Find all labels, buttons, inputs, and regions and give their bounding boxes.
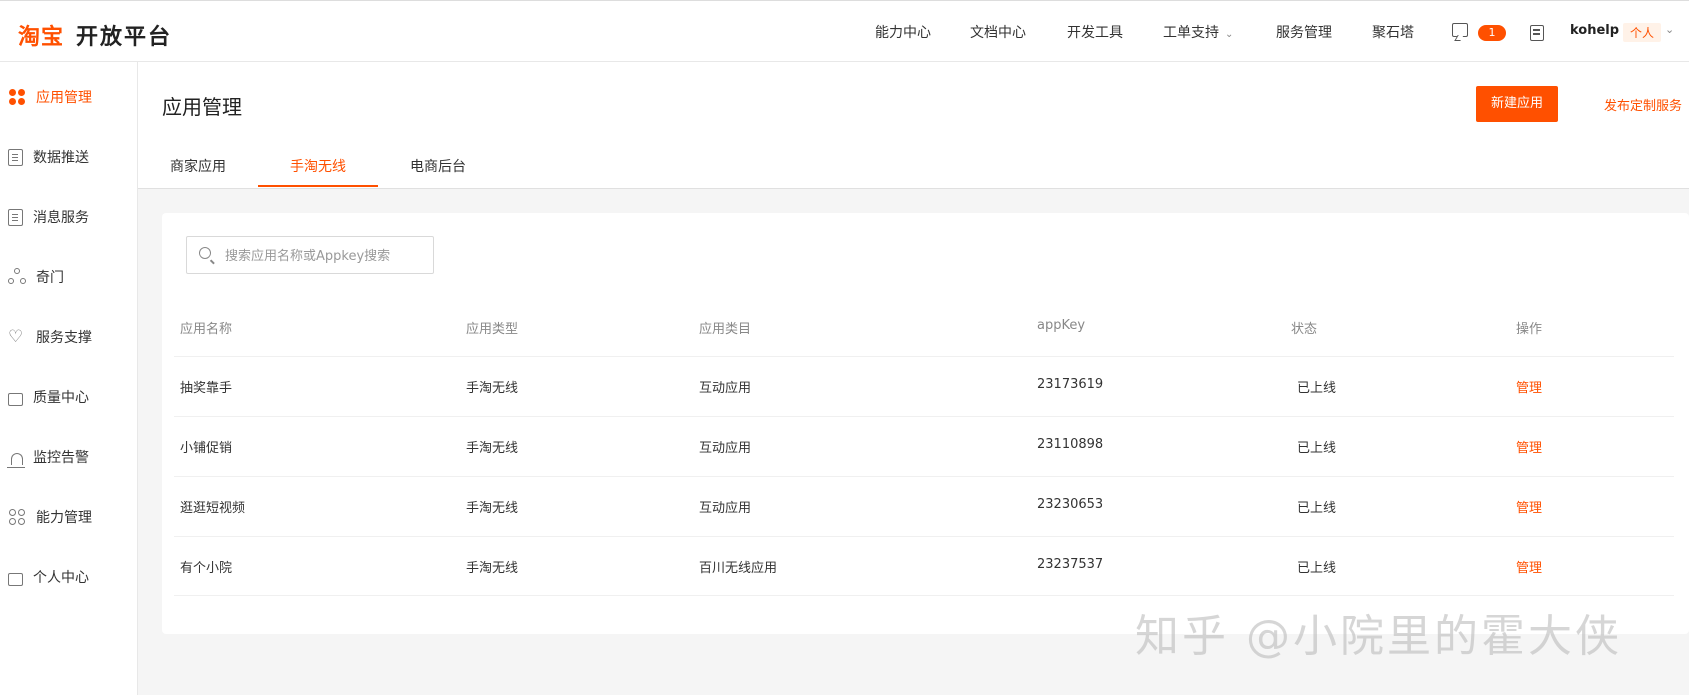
- cell-app-type: 手淘无线: [466, 501, 519, 516]
- column-header-status: 状态: [1291, 322, 1318, 337]
- notes-icon[interactable]: [1530, 25, 1544, 41]
- sidebar-item-label: 质量中心: [33, 390, 89, 406]
- search-box[interactable]: [186, 236, 434, 275]
- sidebar-item-data-push[interactable]: 数据推送: [8, 147, 89, 167]
- chevron-down-icon[interactable]: ⌄: [1665, 23, 1674, 36]
- page-title: 应用管理: [162, 95, 242, 119]
- message-icon[interactable]: [1452, 23, 1468, 37]
- cell-appkey: 23230653: [1037, 497, 1104, 512]
- sidebar-item-label: 数据推送: [33, 150, 89, 166]
- cell-app-type: 手淘无线: [466, 381, 519, 396]
- role-badge[interactable]: 个人: [1623, 23, 1662, 42]
- sidebar-item-personal-center[interactable]: 个人中心: [8, 567, 89, 587]
- alarm-icon: [7, 453, 25, 468]
- sidebar-item-label: 监控告警: [33, 450, 89, 466]
- sidebar-item-service-support[interactable]: ♡ 服务支撑: [8, 327, 92, 347]
- column-header-actions: 操作: [1516, 322, 1543, 337]
- cell-app-type: 手淘无线: [466, 561, 519, 576]
- sidebar-item-capability-management[interactable]: 能力管理: [8, 507, 92, 527]
- table-row: 抽奖靠手 手淘无线 互动应用 23173619 已上线 管理: [174, 356, 1674, 416]
- cell-status: 已上线: [1297, 501, 1337, 516]
- person-icon: [8, 572, 23, 586]
- manage-link[interactable]: 管理: [1516, 557, 1542, 576]
- nav-capability-center[interactable]: 能力中心: [875, 22, 931, 42]
- cell-appkey: 23110898: [1037, 437, 1104, 452]
- search-icon: [199, 247, 211, 259]
- heart-icon: ♡: [8, 327, 24, 347]
- chevron-down-icon: ⌄: [1225, 29, 1234, 40]
- nav-jushita[interactable]: 聚石塔: [1372, 22, 1414, 42]
- manage-link[interactable]: 管理: [1516, 377, 1542, 396]
- nav-ticket-support-label: 工单支持: [1163, 25, 1219, 41]
- cell-app-type: 手淘无线: [466, 441, 519, 456]
- sidebar-item-quality-center[interactable]: 质量中心: [8, 387, 89, 407]
- capability-icon: [8, 508, 26, 526]
- sidebar-item-label: 消息服务: [33, 210, 89, 226]
- username[interactable]: kohelp: [1570, 23, 1619, 38]
- sidebar-item-label: 奇门: [36, 270, 64, 286]
- column-header-appkey: appKey: [1037, 318, 1086, 333]
- logo-title: 开放平台: [76, 25, 173, 50]
- manage-link[interactable]: 管理: [1516, 497, 1542, 516]
- sidebar-item-label: 服务支撑: [36, 330, 92, 346]
- document-icon: [8, 208, 23, 226]
- cell-app-category: 互动应用: [699, 381, 752, 396]
- cell-app-category: 互动应用: [699, 441, 752, 456]
- column-header-app-category: 应用类目: [699, 322, 752, 337]
- nav-dev-tools[interactable]: 开发工具: [1067, 22, 1123, 42]
- active-tab-indicator: [258, 185, 378, 187]
- page-header: [138, 62, 1689, 140]
- sidebar-item-message-service[interactable]: 消息服务: [8, 207, 89, 227]
- cell-app-name: 小铺促销: [180, 441, 233, 456]
- cell-app-category: 百川无线应用: [699, 561, 778, 576]
- logo-brand: 淘宝: [18, 25, 65, 50]
- publish-custom-service-link[interactable]: 发布定制服务: [1604, 95, 1682, 114]
- taobao-open-platform-logo[interactable]: 淘宝 开放平台: [18, 19, 172, 51]
- table-row: 有个小院 手淘无线 百川无线应用 23237537 已上线 管理: [174, 536, 1674, 596]
- tab-bar: [138, 140, 1689, 189]
- cell-app-name: 抽奖靠手: [180, 381, 233, 396]
- sidebar-item-label: 应用管理: [36, 90, 92, 106]
- table-row: 小铺促销 手淘无线 互动应用 23110898 已上线 管理: [174, 416, 1674, 476]
- sidebar-item-label: 个人中心: [33, 570, 89, 586]
- nav-ticket-support[interactable]: 工单支持 ⌄: [1163, 22, 1233, 42]
- sidebar-item-monitor-alarm[interactable]: 监控告警: [7, 447, 89, 468]
- search-input[interactable]: [223, 237, 427, 275]
- new-app-button[interactable]: 新建应用: [1476, 86, 1558, 122]
- cell-app-name: 逛逛短视频: [180, 501, 246, 516]
- column-header-app-type: 应用类型: [466, 322, 519, 337]
- sidebar-item-qimen[interactable]: 奇门: [8, 267, 64, 287]
- tab-merchant-apps[interactable]: 商家应用: [170, 156, 226, 176]
- sidebar-item-label: 能力管理: [36, 510, 92, 526]
- column-header-app-name: 应用名称: [180, 322, 233, 337]
- sidebar-item-app-management[interactable]: 应用管理: [8, 87, 92, 107]
- nav-docs-center[interactable]: 文档中心: [970, 22, 1026, 42]
- top-navbar: 淘宝 开放平台 能力中心 文档中心 开发工具 工单支持 ⌄ 服务管理 聚石塔 1 …: [0, 0, 1689, 62]
- tab-mobile-taobao[interactable]: 手淘无线: [290, 156, 346, 176]
- cell-appkey: 23237537: [1037, 557, 1104, 572]
- message-count-badge: 1: [1478, 25, 1506, 41]
- quality-icon: [8, 392, 23, 406]
- nodes-icon: [8, 268, 26, 286]
- cell-appkey: 23173619: [1037, 377, 1104, 392]
- manage-link[interactable]: 管理: [1516, 437, 1542, 456]
- cell-app-category: 互动应用: [699, 501, 752, 516]
- nav-service-management[interactable]: 服务管理: [1276, 22, 1332, 42]
- app-grid-icon: [8, 88, 26, 106]
- watermark: 知乎 @小院里的霍大侠: [1135, 611, 1622, 662]
- cell-status: 已上线: [1297, 441, 1337, 456]
- cell-status: 已上线: [1297, 381, 1337, 396]
- tab-ecommerce-backend[interactable]: 电商后台: [410, 156, 466, 176]
- cell-status: 已上线: [1297, 561, 1337, 576]
- table-row: 逛逛短视频 手淘无线 互动应用 23230653 已上线 管理: [174, 476, 1674, 536]
- cell-app-name: 有个小院: [180, 561, 233, 576]
- document-icon: [8, 148, 23, 166]
